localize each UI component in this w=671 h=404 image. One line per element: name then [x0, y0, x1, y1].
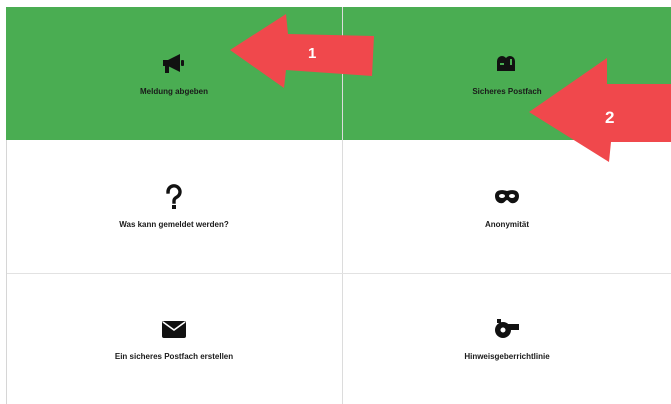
- tile-label: Sicheres Postfach: [472, 87, 542, 96]
- tile-was-kann-gemeldet-werden[interactable]: Was kann gemeldet werden?: [6, 141, 342, 272]
- grid-left-border: [6, 140, 7, 404]
- tile-anonymitaet[interactable]: Anonymität: [343, 141, 671, 272]
- whistle-icon: [495, 319, 519, 338]
- grid-divider-vertical: [342, 7, 343, 404]
- mailbox-icon: [497, 56, 515, 71]
- tile-label: Hinweisgeberrichtlinie: [464, 352, 550, 361]
- question-mark-icon: [166, 184, 182, 209]
- envelope-icon: [162, 321, 186, 338]
- tile-label: Anonymität: [485, 220, 529, 229]
- tile-sicheres-postfach[interactable]: Sicheres Postfach: [343, 7, 671, 140]
- grid-divider-horizontal: [6, 273, 671, 274]
- tile-meldung-abgeben[interactable]: Meldung abgeben: [6, 7, 342, 140]
- mask-icon: [495, 190, 519, 204]
- tile-postfach-erstellen[interactable]: Ein sicheres Postfach erstellen: [6, 273, 342, 404]
- megaphone-icon: [163, 54, 184, 73]
- tile-label: Ein sicheres Postfach erstellen: [114, 352, 234, 361]
- tile-label: Was kann gemeldet werden?: [119, 220, 229, 229]
- menu-grid: Meldung abgeben Sicheres Postfach Was ka…: [6, 7, 671, 404]
- tile-label: Meldung abgeben: [140, 87, 208, 96]
- page: Meldung abgeben Sicheres Postfach Was ka…: [0, 0, 671, 404]
- tile-hinweisgeberrichtlinie[interactable]: Hinweisgeberrichtlinie: [343, 273, 671, 404]
